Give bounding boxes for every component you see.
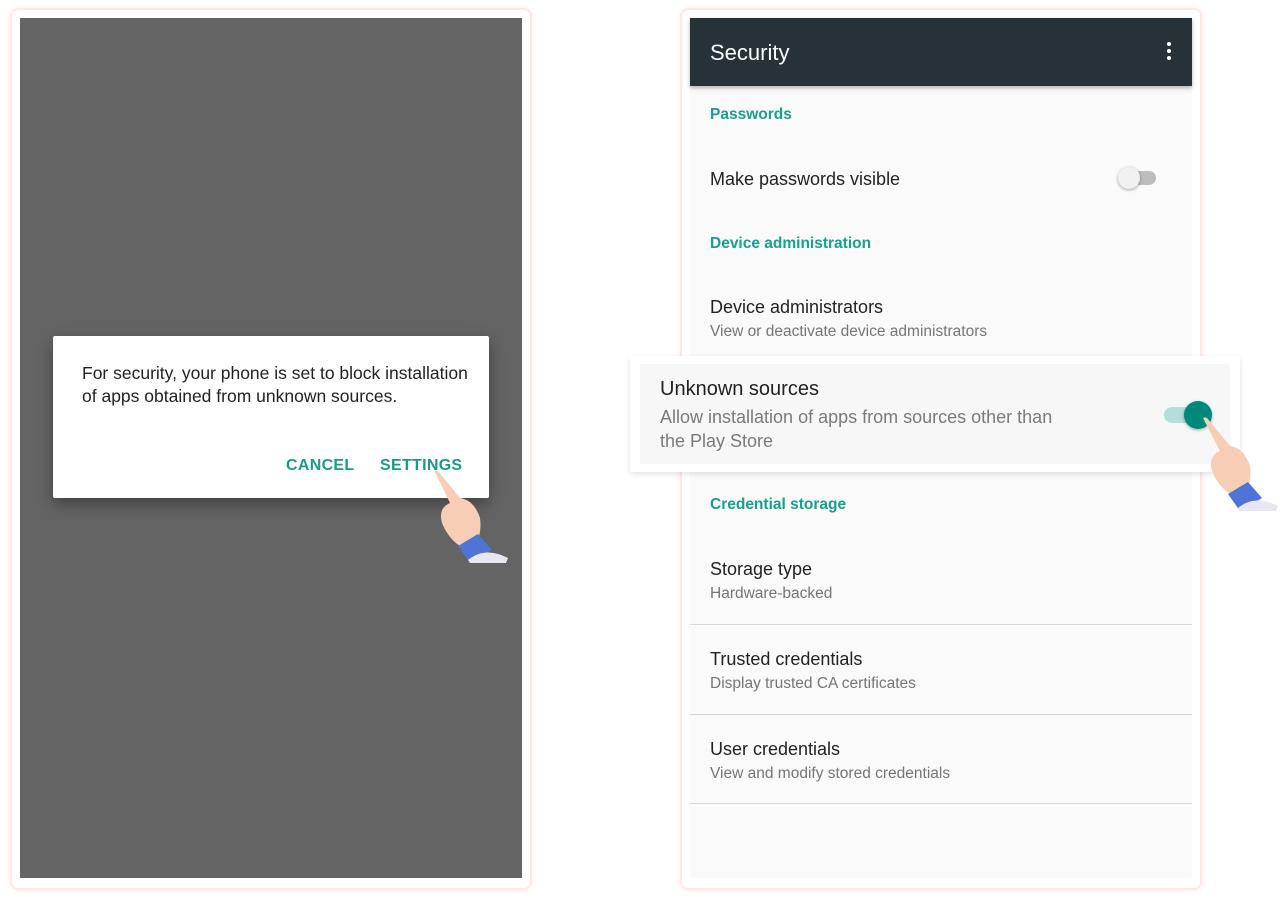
- unknown-sources-dialog: For security, your phone is set to block…: [53, 336, 489, 498]
- make-passwords-visible-label: Make passwords visible: [710, 169, 901, 189]
- trusted-credentials-title: Trusted credentials: [710, 649, 863, 669]
- device-administrators-title: Device administrators: [710, 297, 884, 317]
- page-title: Security: [710, 40, 790, 65]
- unknown-sources-subtitle-line2: the Play Store: [660, 431, 774, 451]
- storage-type-subtitle: Hardware-backed: [710, 585, 833, 602]
- user-credentials-subtitle: View and modify stored credentials: [710, 765, 951, 782]
- dialog-message: For security, your phone is set to block…: [82, 363, 468, 406]
- make-passwords-visible-toggle[interactable]: [1118, 167, 1156, 189]
- pointing-hand-icon: [434, 470, 508, 563]
- pointing-hand-icon: [1203, 417, 1278, 511]
- more-vert-icon[interactable]: [1166, 42, 1172, 62]
- user-credentials-title: User credentials: [710, 739, 841, 759]
- cancel-button[interactable]: CANCEL: [286, 457, 354, 475]
- unknown-sources-title: Unknown sources: [660, 378, 819, 400]
- section-passwords: Passwords: [710, 106, 792, 123]
- unknown-sources-subtitle-line1: Allow installation of apps from sources …: [660, 407, 1053, 427]
- section-credential-storage: Credential storage: [710, 496, 847, 513]
- app-bar: Security: [690, 18, 1192, 86]
- divider: [690, 714, 1192, 715]
- section-device-administration: Device administration: [710, 235, 872, 252]
- divider: [690, 803, 1192, 804]
- trusted-credentials-subtitle: Display trusted CA certificates: [710, 675, 916, 692]
- divider: [690, 624, 1192, 625]
- unknown-sources-row-highlight[interactable]: Unknown sources Allow installation of ap…: [630, 356, 1240, 472]
- storage-type-title: Storage type: [710, 559, 813, 579]
- toggle-knob: [1118, 167, 1140, 189]
- device-administrators-subtitle: View or deactivate device administrators: [710, 323, 988, 340]
